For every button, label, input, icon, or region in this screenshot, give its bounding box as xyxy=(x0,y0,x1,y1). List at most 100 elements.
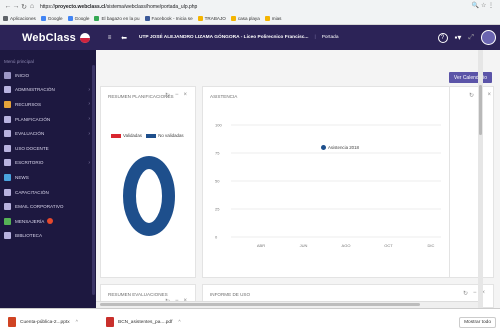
sidebar-item-icon xyxy=(4,115,11,123)
chevron-up-icon[interactable]: ^ xyxy=(178,320,180,325)
bookmark-icon xyxy=(94,16,100,22)
refresh-icon[interactable]: ↻ xyxy=(463,290,468,297)
attendance-card-tools-area: ↻ − × xyxy=(450,86,494,278)
planning-card: RESUMEN PLANIFICACIONES ↻ − × Validadas … xyxy=(100,86,196,278)
bookmark-icon xyxy=(197,16,203,22)
bookmark-label: Facebook - Inicia se xyxy=(151,15,193,21)
vertical-scroll-thumb[interactable] xyxy=(479,85,482,135)
bookmark-label: Aplicaciones xyxy=(10,15,36,21)
settings-icon[interactable]: ▪▾ xyxy=(455,33,462,42)
bookmark-item[interactable]: Facebook - Inicia se xyxy=(144,15,193,22)
menu-title: Menú principal xyxy=(4,59,34,64)
pptx-file-icon xyxy=(8,317,16,327)
sidebar-item-icon xyxy=(4,130,11,138)
bookmark-icon xyxy=(264,16,270,22)
sidebar-scrollbar[interactable] xyxy=(92,65,95,295)
brand-logo-icon xyxy=(79,32,90,43)
attendance-line-chart: 100 75 50 25 0 ABR JUN AGO OCT DIC xyxy=(215,123,441,248)
sidebar-item-label: CAPACITACIÓN xyxy=(15,189,49,195)
sidebar-item[interactable]: PLANIFICACIÓN › xyxy=(0,112,96,127)
sidebar-item[interactable]: ESCRITORIO › xyxy=(0,156,96,171)
sidebar-item[interactable]: CAPACITACIÓN xyxy=(0,185,96,200)
browser-extension-icons[interactable]: 🔍 ☆ ⋮ xyxy=(472,2,494,9)
legend-label-validated: Validadas xyxy=(123,133,142,138)
x-tick-label: ABR xyxy=(257,243,265,248)
collapse-icon[interactable]: − xyxy=(175,92,179,99)
expand-icon[interactable]: ⤢ xyxy=(468,34,474,42)
sidebar-item-label: INICIO xyxy=(15,72,30,78)
sidebar-item-label: PLANIFICACIÓN xyxy=(15,116,51,122)
bookmarks-bar: Aplicaciones Google Google El bagazo en la … xyxy=(0,13,500,25)
sidebar-item-label: NEWS xyxy=(15,174,29,180)
show-all-downloads-button[interactable]: Mostrar todo xyxy=(459,317,496,328)
main-content: Ver Calendario RESUMEN PLANIFICACIONES ↻… xyxy=(96,50,500,308)
sidebar-item[interactable]: RECURSOS › xyxy=(0,97,96,112)
sidebar-item-label: EVALUACIÓN xyxy=(15,131,45,137)
back-arrow-icon[interactable]: ⬅ xyxy=(117,34,131,42)
sidebar-item-icon xyxy=(4,71,11,79)
sidebar-item-label: MENSAJERÍA xyxy=(15,218,45,224)
y-tick-label: 75 xyxy=(215,151,220,156)
y-tick-label: 25 xyxy=(215,207,220,212)
bookmark-item[interactable]: mias xyxy=(264,16,281,22)
collapse-icon[interactable]: − xyxy=(473,290,477,297)
refresh-icon[interactable]: ↻ xyxy=(469,92,474,99)
home-icon[interactable]: ⌂ xyxy=(28,3,36,10)
download-item[interactable]: Cuenta-pública-2...pptx ^ xyxy=(8,317,98,327)
bookmark-label: El bagazo en la pu xyxy=(101,15,140,21)
x-tick-label: JUN xyxy=(300,243,308,248)
planning-card-title: RESUMEN PLANIFICACIONES xyxy=(108,94,174,99)
back-icon[interactable]: ← xyxy=(4,3,12,10)
help-icon[interactable]: ? xyxy=(437,32,448,43)
forward-icon[interactable]: → xyxy=(12,3,20,10)
sidebar-item-icon xyxy=(4,100,11,108)
download-item[interactable]: BCN_asistentes_pa....pdf ^ xyxy=(106,317,196,327)
legend-label-not-validated: No validadas xyxy=(158,133,184,138)
bookmark-icon xyxy=(40,16,46,22)
sidebar-item[interactable]: EMAIL CORPORATIVO xyxy=(0,199,96,214)
sidebar-item-label: EMAIL CORPORATIVO xyxy=(15,204,64,210)
download-filename: BCN_asistentes_pa....pdf xyxy=(118,319,173,325)
sidebar-item[interactable]: ADMINISTRACIÓN › xyxy=(0,83,96,98)
menu-toggle-icon[interactable]: ≡ xyxy=(102,35,117,41)
bookmark-label: casa playa xyxy=(237,15,260,21)
usage-card-title: INFORME DE USO xyxy=(210,292,251,297)
calendar-button[interactable]: Ver Calendario xyxy=(448,72,492,83)
sidebar: WebClass Menú principal INICIO ADMINISTRA… xyxy=(0,25,96,308)
address-bar[interactable]: https://proyecto.webclass.cl/sistema/web… xyxy=(40,4,197,10)
bookmark-item[interactable]: Google xyxy=(40,16,63,22)
bookmark-item[interactable]: TRABAJO xyxy=(197,15,226,22)
chevron-up-icon[interactable]: ^ xyxy=(76,320,78,325)
refresh-icon[interactable]: ↻ xyxy=(165,92,170,99)
sidebar-item-icon xyxy=(4,144,11,152)
bookmark-item[interactable]: El bagazo en la pu xyxy=(94,15,140,22)
sidebar-item-icon xyxy=(4,159,11,167)
bookmark-item[interactable]: casa playa xyxy=(230,15,260,22)
avatar[interactable] xyxy=(481,30,496,45)
legend-swatch-validated xyxy=(111,133,121,138)
chevron-right-icon: › xyxy=(88,116,90,123)
horizontal-scroll-thumb[interactable] xyxy=(100,303,420,306)
sidebar-item[interactable]: USO DOCENTE xyxy=(0,141,96,156)
reload-icon[interactable]: ↻ xyxy=(20,3,28,11)
current-section[interactable]: Portada xyxy=(322,35,339,40)
chevron-right-icon: › xyxy=(88,86,90,93)
sidebar-item[interactable]: NEWS xyxy=(0,170,96,185)
brand[interactable]: WebClass xyxy=(0,25,96,50)
brand-name: WebClass xyxy=(22,31,76,44)
sidebar-item-icon xyxy=(4,203,11,211)
bookmark-label: TRABAJO xyxy=(204,15,226,21)
downloads-bar: Cuenta-pública-2...pptx ^ BCN_asistentes… xyxy=(0,308,500,335)
sidebar-item[interactable]: MENSAJERÍA xyxy=(0,214,96,229)
sidebar-item-icon xyxy=(4,217,11,225)
close-icon[interactable]: × xyxy=(487,92,491,99)
sidebar-item[interactable]: EVALUACIÓN › xyxy=(0,126,96,141)
current-user[interactable]: UTP JOSÉ ALEJANDRO LIZAMA GÓNGORA - Lice… xyxy=(139,35,308,40)
sidebar-item[interactable]: BIBLIOTECA xyxy=(0,229,96,244)
bookmark-item[interactable]: Aplicaciones xyxy=(3,15,36,22)
close-icon[interactable]: × xyxy=(183,92,187,99)
bookmark-label: Google xyxy=(74,15,90,21)
bookmark-item[interactable]: Google xyxy=(67,15,90,22)
sidebar-item[interactable]: INICIO xyxy=(0,68,96,83)
sidebar-item-label: ESCRITORIO xyxy=(15,160,44,166)
